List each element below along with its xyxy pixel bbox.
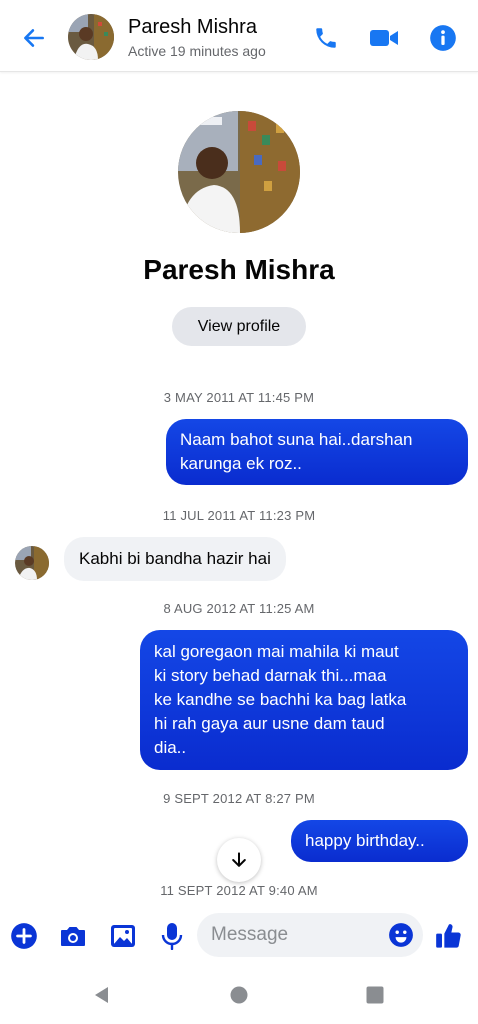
message-timestamp: 11 SEPT 2012 AT 9:40 AM <box>160 883 318 898</box>
nav-back-icon[interactable] <box>91 984 113 1006</box>
arrow-down-icon <box>232 852 246 867</box>
avatar[interactable] <box>68 14 114 60</box>
message-line: ke kandhe se bachhi ka bag latka <box>154 690 407 709</box>
active-status: Active 19 minutes ago <box>128 43 266 59</box>
nav-recents-icon[interactable] <box>364 984 386 1006</box>
thumbs-up-icon[interactable] <box>433 920 465 952</box>
message-line: Naam bahot suna hai..darshan <box>180 430 413 449</box>
profile-name: Paresh Mishra <box>143 254 335 285</box>
message-line: Kabhi bi bandha hazir hai <box>79 549 271 568</box>
system-navigation-bar <box>0 966 478 1024</box>
phone-icon[interactable] <box>310 22 342 54</box>
sent-message-bubble[interactable]: Naam bahot suna hai..darshan karunga ek … <box>166 419 468 485</box>
message-line: karunga ek roz.. <box>180 454 302 473</box>
nav-home-icon[interactable] <box>228 984 250 1006</box>
profile-photo[interactable] <box>178 111 300 233</box>
scroll-to-bottom-button[interactable] <box>217 838 261 882</box>
sent-message-bubble[interactable]: kal goregaon mai mahila ki maut ki story… <box>140 630 468 770</box>
microphone-icon[interactable] <box>156 920 188 952</box>
message-timestamp: 11 JUL 2011 AT 11:23 PM <box>162 508 316 523</box>
avatar[interactable] <box>15 546 49 580</box>
message-timestamp: 8 AUG 2012 AT 11:25 AM <box>163 601 315 616</box>
gallery-icon[interactable] <box>107 920 139 952</box>
message-line: kal goregaon mai mahila ki maut <box>154 642 399 661</box>
received-message-bubble[interactable]: Kabhi bi bandha hazir hai <box>64 537 286 581</box>
emoji-icon[interactable] <box>386 920 416 950</box>
contact-name[interactable]: Paresh Mishra <box>128 16 257 39</box>
view-profile-button[interactable]: View profile <box>172 307 306 346</box>
chat-header: Paresh Mishra Active 19 minutes ago <box>0 0 478 72</box>
video-camera-icon[interactable] <box>368 22 400 54</box>
back-arrow-icon[interactable] <box>18 22 50 54</box>
message-line: dia.. <box>154 738 187 757</box>
message-line: happy birthday.. <box>305 831 425 850</box>
info-icon[interactable] <box>427 22 459 54</box>
message-composer <box>0 906 478 966</box>
plus-icon[interactable] <box>8 920 40 952</box>
message-timestamp: 9 SEPT 2012 AT 8:27 PM <box>163 791 315 806</box>
message-timestamp: 3 MAY 2011 AT 11:45 PM <box>163 390 315 405</box>
message-line: ki story behad darnak thi...maa <box>154 666 387 685</box>
sent-message-bubble[interactable]: happy birthday.. <box>291 820 468 862</box>
camera-icon[interactable] <box>57 920 89 952</box>
message-line: hi rah gaya aur usne dam taud <box>154 714 385 733</box>
